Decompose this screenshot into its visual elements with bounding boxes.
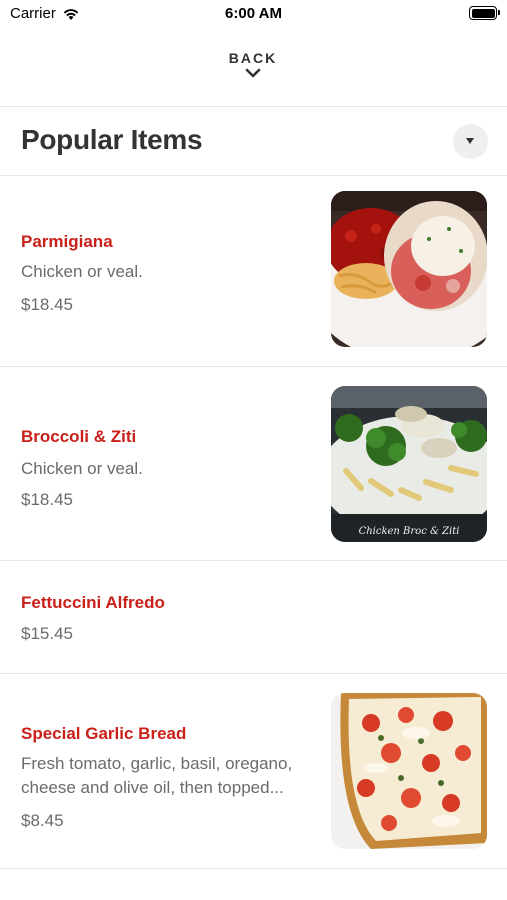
- battery-icon: [469, 6, 500, 20]
- item-price: $15.45: [21, 624, 73, 643]
- divider: [0, 868, 507, 869]
- back-button[interactable]: BACK: [203, 50, 303, 92]
- status-bar: Carrier 6:00 AM: [0, 0, 507, 28]
- triangle-down-icon: [466, 138, 474, 144]
- chicken-broccoli-ziti-photo: Chicken Broc & Ziti: [331, 386, 487, 542]
- menu-item[interactable]: Broccoli & Ziti Chicken or veal. $18.45: [0, 367, 507, 560]
- item-name: Broccoli & Ziti: [21, 427, 137, 446]
- menu-item[interactable]: Special Garlic Bread Fresh tomato, garli…: [0, 674, 507, 868]
- section-toggle-button[interactable]: [453, 124, 488, 159]
- back-label: BACK: [228, 50, 278, 66]
- item-price: $18.45: [21, 490, 73, 509]
- item-price: $8.45: [21, 811, 64, 830]
- menu-item[interactable]: Fettuccini Alfredo $15.45: [0, 561, 507, 673]
- item-name: Parmigiana: [21, 232, 113, 251]
- item-description: Chicken or veal.: [21, 459, 143, 478]
- item-price: $18.45: [21, 295, 73, 314]
- divider: [0, 106, 507, 107]
- section-title: Popular Items: [21, 124, 203, 155]
- chicken-parmigiana-photo: [331, 191, 487, 347]
- item-description: Fresh tomato, garlic, basil, oregano, ch…: [21, 754, 293, 797]
- item-description: Chicken or veal.: [21, 262, 143, 281]
- item-name: Special Garlic Bread: [21, 724, 187, 743]
- image-caption: Chicken Broc & Ziti: [359, 526, 460, 537]
- garlic-bread-photo: [331, 693, 487, 849]
- menu-item[interactable]: Parmigiana Chicken or veal. $18.45: [0, 176, 507, 366]
- item-name: Fettuccini Alfredo: [21, 593, 165, 612]
- status-time: 6:00 AM: [225, 5, 282, 22]
- chevron-down-icon: [245, 68, 261, 78]
